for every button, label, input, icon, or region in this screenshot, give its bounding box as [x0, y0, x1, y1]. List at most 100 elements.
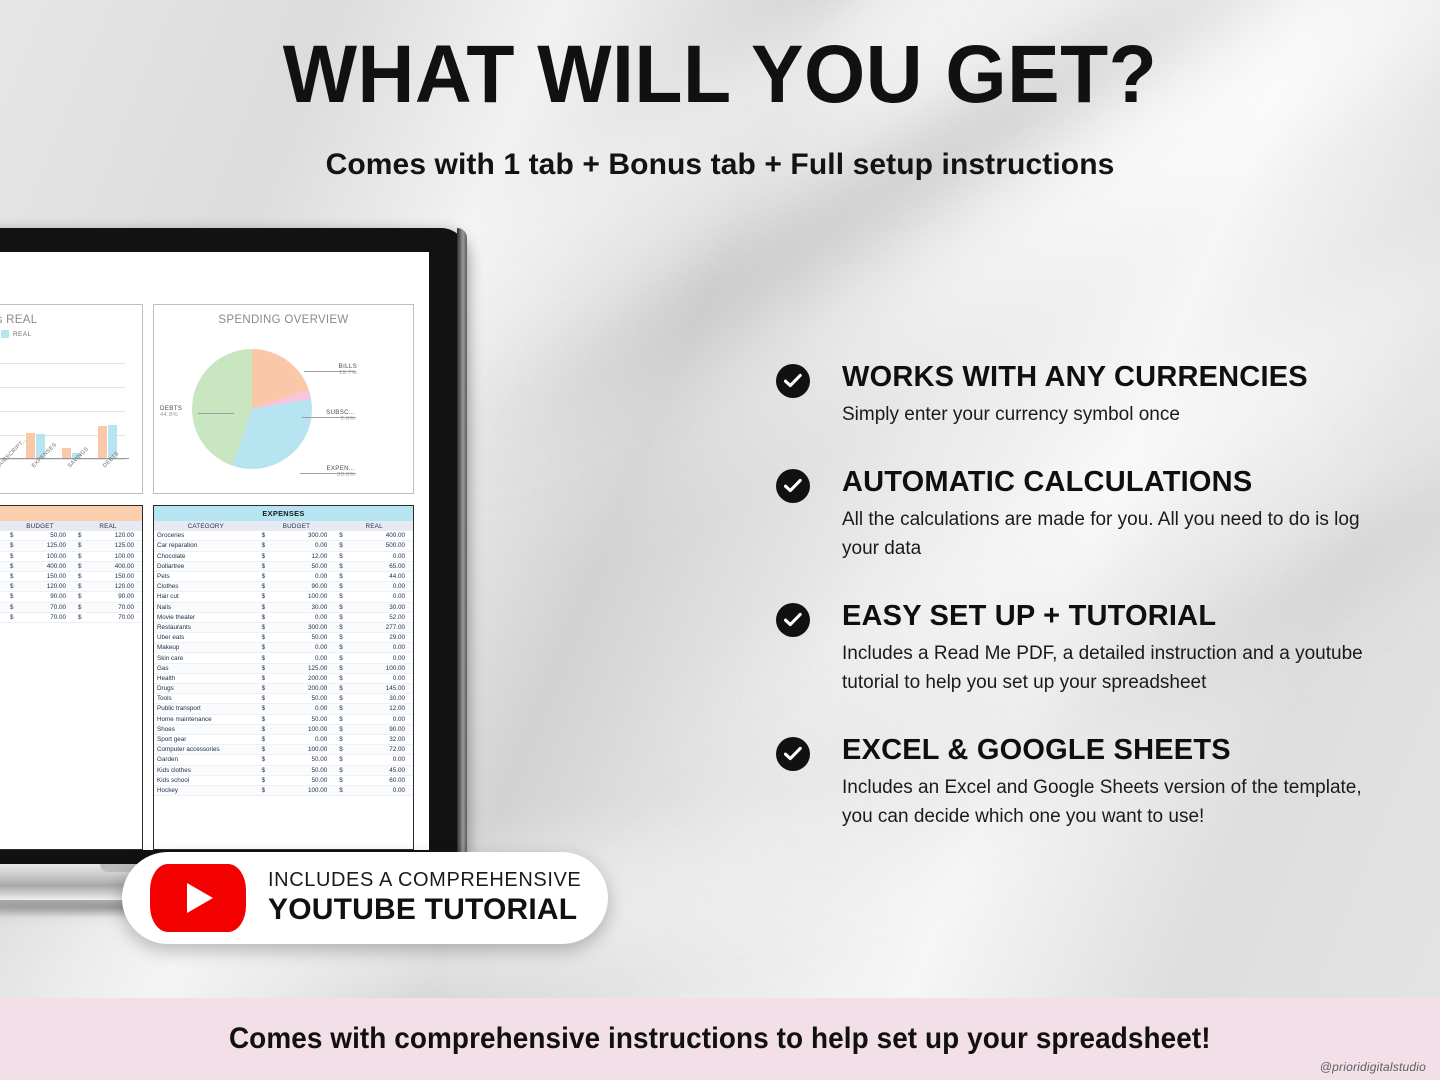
table-row: Sport gear $0.00 $32.00	[154, 734, 413, 746]
table-cell: $	[335, 663, 356, 674]
table-row: Computer accessories $100.00 $72.00	[154, 744, 413, 756]
table-cell: 100.00	[277, 591, 336, 603]
table-cell: $	[335, 673, 356, 685]
table-row: Pets $0.00 $44.00	[154, 571, 413, 583]
table-cell: 50.00	[277, 561, 336, 572]
table-cell: $	[6, 531, 24, 542]
table-cell: 50.00	[277, 754, 336, 766]
table-cell: $	[257, 663, 278, 674]
table-cell: 70.00	[23, 612, 74, 623]
table-cell: Hair cut	[154, 591, 258, 603]
chart-bar-legend: BUDGETREAL	[0, 330, 142, 338]
table-cell: Hockey	[154, 785, 258, 797]
table-cell: 0.00	[355, 754, 413, 766]
table-row: Hockey $100.00 $0.00	[154, 785, 413, 797]
table-cell: $	[335, 724, 356, 735]
table-column-header: BUDGET	[257, 521, 336, 532]
table-cell: 70.00	[91, 612, 142, 623]
table-cell: 0.00	[277, 642, 336, 654]
youtube-play-icon	[150, 864, 246, 932]
legend-label: REAL	[12, 330, 32, 338]
table-cell: $	[6, 551, 24, 562]
table-cell: 50.00	[23, 531, 74, 542]
feature-item: EXCEL & GOOGLE SHEETS Includes an Excel a…	[776, 734, 1396, 831]
page-subtitle: Comes with 1 tab + Bonus tab + Full setu…	[325, 148, 1115, 181]
table-row: Garden $50.00 $0.00	[154, 754, 413, 766]
table-row: Public transport $0.00 $12.00	[154, 703, 413, 715]
table-row: Drugs $200.00 $145.00	[154, 683, 413, 695]
table-cell: $	[257, 632, 278, 644]
table-row: Hair cut $100.00 $0.00	[154, 591, 413, 603]
chart-pie-leader-line	[302, 417, 356, 418]
table-cell: 125.00	[23, 540, 74, 552]
feature-title: EXCEL & GOOGLE SHEETS	[842, 734, 1231, 767]
table-cell: 90.00	[23, 591, 74, 603]
table-cell: Drugs	[154, 683, 258, 695]
table-bills-grid: CATEGORYDUEBUDGETREAL Internet2022-01-10…	[0, 521, 142, 623]
table-cell: 120.00	[91, 531, 142, 542]
chart-pie-circle	[192, 349, 312, 469]
table-cell: $	[74, 571, 92, 583]
chart-pie-label: SUBSC... 2.6%	[326, 409, 355, 422]
table-row: Restaurants $300.00 $277.00	[154, 622, 413, 634]
chart-legend-item: REAL	[0, 330, 32, 338]
table-cell: $	[335, 561, 356, 572]
pie-label-name: DEBTS	[160, 405, 183, 412]
youtube-tutorial-badge[interactable]: INCLUDES A COMPREHENSIVE YOUTUBE TUTORIA…	[122, 852, 608, 944]
check-circle-icon	[776, 737, 810, 772]
table-cell: $	[257, 602, 278, 613]
feature-item: WORKS WITH ANY CURRENCIES Simply enter yo…	[776, 361, 1396, 429]
table-cell: 500.00	[355, 540, 413, 552]
table-cell: 120.00	[23, 581, 74, 593]
table-cell: 100.00	[91, 551, 142, 562]
table-cell: Skin care	[154, 652, 258, 664]
table-cell: 0.00	[277, 612, 336, 623]
table-cell: Garden	[154, 754, 258, 766]
table-cell: $	[335, 551, 356, 562]
table-cell: $	[257, 531, 278, 542]
feature-description: Simply enter your currency symbol once	[842, 403, 1180, 425]
table-cell: 50.00	[277, 775, 336, 786]
table-row: Life insurance John2022-01-17$70.00$70.0…	[0, 612, 142, 623]
table-row: Phone Jess2022-01-25$90.00$90.00	[0, 591, 142, 603]
table-cell: $	[257, 551, 278, 562]
table-cell: 0.00	[355, 591, 413, 603]
laptop-lid: 1-31LS.00.00.00.00.00.00.00.00.00.00.00.…	[0, 228, 467, 868]
table-column-header: REAL	[335, 521, 413, 532]
table-cell: 32.00	[355, 734, 413, 746]
feature-item: EASY SET UP + TUTORIAL Includes a Read Me…	[776, 600, 1396, 697]
table-cell: $	[257, 622, 278, 634]
laptop-mockup: 1-31LS.00.00.00.00.00.00.00.00.00.00.00.…	[0, 228, 675, 928]
table-cell: 12.00	[277, 551, 336, 562]
table-row: Gas $125.00 $100.00	[154, 663, 413, 674]
check-circle-icon	[776, 364, 810, 398]
table-cell: $	[6, 581, 24, 593]
table-bills-header-row: CATEGORYDUEBUDGETREAL	[0, 521, 142, 532]
table-cell: Groceries	[154, 531, 258, 542]
table-cell: $	[335, 540, 356, 552]
table-cell: $	[6, 602, 24, 613]
chart-bar	[97, 426, 107, 459]
table-cell: 277.00	[355, 622, 413, 634]
table-cell: 50.00	[277, 632, 336, 644]
table-cell: $	[6, 571, 24, 583]
table-cell: 70.00	[23, 602, 74, 613]
table-cell: 44.00	[355, 571, 413, 583]
table-cell: 120.00	[91, 581, 142, 593]
table-row: Groceries $300.00 $400.00	[154, 531, 413, 542]
table-cell: $	[257, 693, 278, 705]
chart-pie-label: DEBTS 44.8%	[160, 405, 182, 418]
table-cell: $	[335, 785, 356, 797]
table-cell: $	[6, 561, 24, 572]
table-cell: $	[335, 714, 356, 725]
table-cell: $	[257, 703, 278, 715]
table-cell: 52.00	[355, 612, 413, 623]
table-row: Internet2022-01-10$50.00$120.00	[0, 531, 142, 542]
table-cell: $	[74, 602, 92, 613]
chart-bar-xticklabels: STARTING B...INCOMEBILLSSUBSCRIPT...EXPE…	[0, 437, 125, 503]
table-cell: 100.00	[277, 724, 336, 735]
chart-pie-leader-line	[300, 473, 356, 474]
table-cell: 12.00	[355, 703, 413, 715]
table-cell: 125.00	[277, 663, 336, 674]
table-cell: Kids clothes	[154, 765, 258, 776]
